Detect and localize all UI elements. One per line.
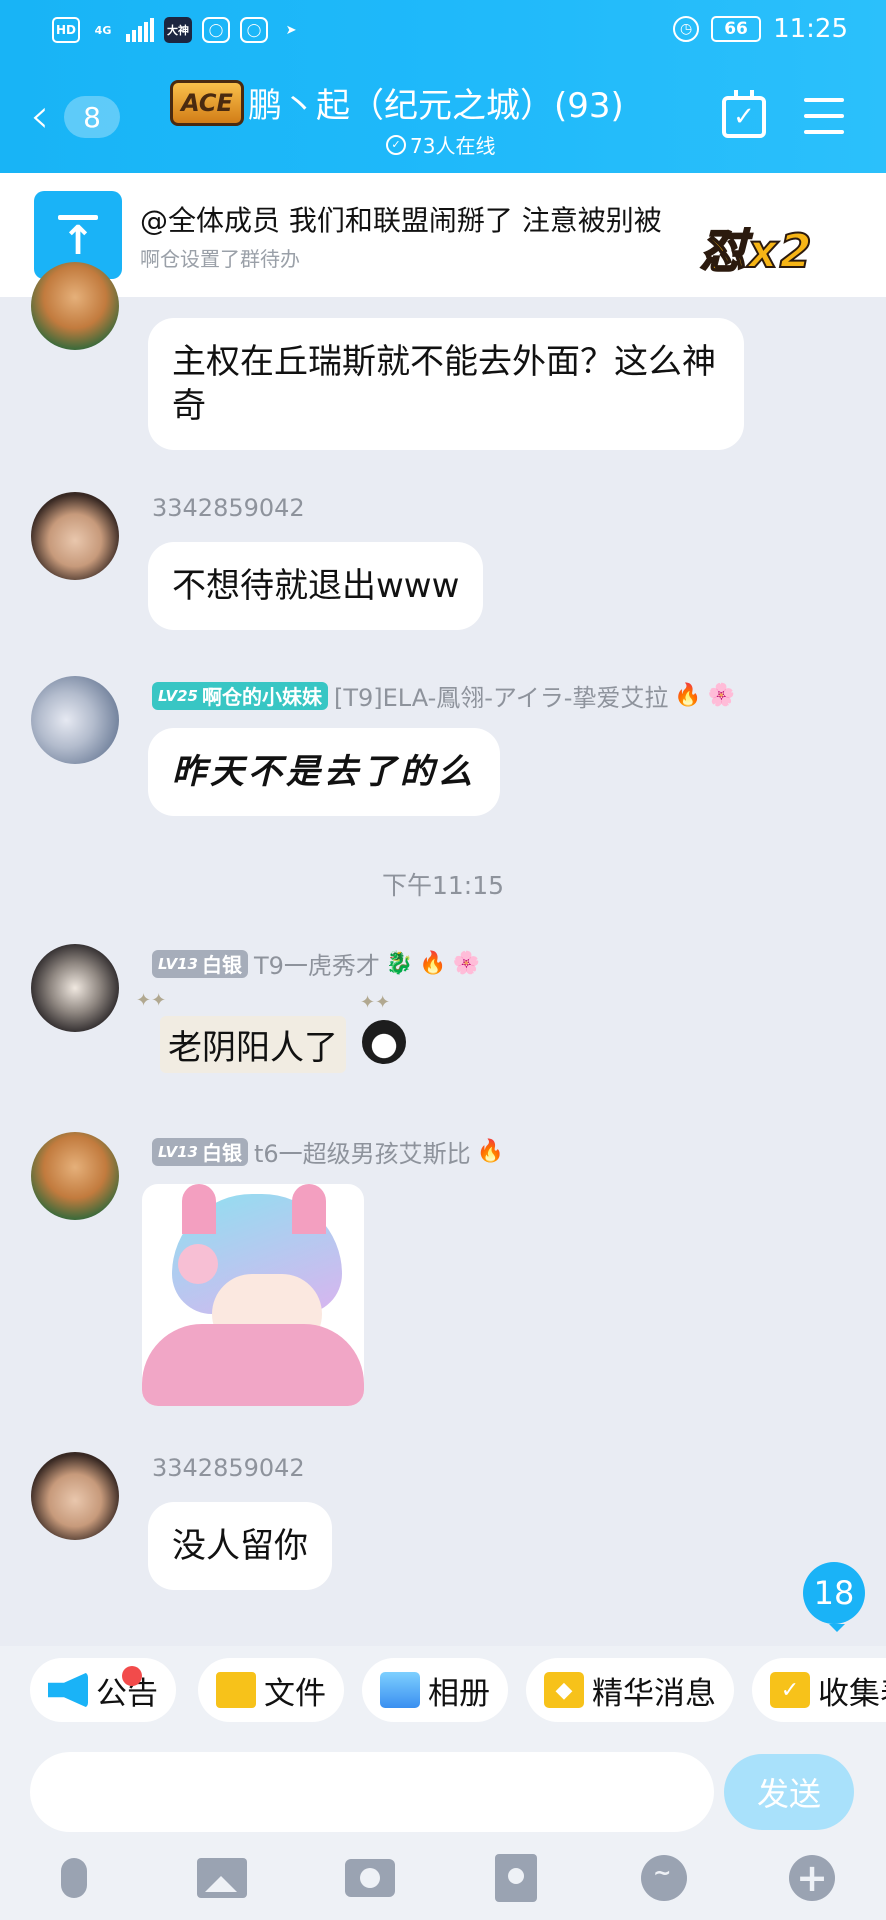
plus-icon[interactable]: + [786,1852,838,1904]
sender-line: LV13 白银 t6一超级男孩艾斯比 🔥 [152,1134,504,1169]
fire-icon: 🔥 [674,683,702,708]
online-count: ✓ 73人在线 [386,130,495,159]
sender-name[interactable]: T9一虎秀才 [254,946,380,981]
battery-icon: 66 [711,16,762,42]
todo-subtext: 啊仓设置了群待办 [140,247,300,271]
camera-icon[interactable] [344,1852,396,1904]
folder-icon [216,1672,256,1708]
message-bubble[interactable]: 没人留你 [148,1502,332,1590]
shortcut-row: 公告 文件 相册 ◆ 精华消息 ✓ 收集表 [0,1646,886,1738]
bulb-icon-2: ◯ [240,17,269,43]
send-plane-icon: ➤ [285,22,297,38]
sender-name[interactable]: t6一超级男孩艾斯比 [254,1134,471,1169]
send-button[interactable]: 发送 [724,1754,854,1830]
level-badge: LV13 白银 [152,949,248,978]
penguin-emoji-icon [362,1020,406,1064]
unread-count-bubble[interactable]: 18 [803,1562,865,1632]
hd-icon: HD [52,17,81,43]
signal-icon [126,18,155,42]
avatar[interactable] [31,262,119,350]
status-bar: HD 4G 大神 ◯ ◯ ➤ ◷ 66 11:25 [0,0,886,62]
bulb-icon: ◯ [202,17,231,43]
back-arrow-icon[interactable]: ‹ [30,92,49,140]
dashen-app-icon: 大神 [164,17,193,43]
dragon-icon: 🐉 [385,951,414,976]
form-doc-icon: ✓ [770,1672,810,1708]
unread-back-badge[interactable]: 8 [64,96,120,138]
group-logo: ACE [170,79,244,126]
sparkle-icon: ✦✦ [136,990,167,1011]
sticker-image[interactable] [142,1184,364,1406]
group-title: 鹏丶起（纪元之城）(93) [248,86,624,126]
sender-name[interactable]: 3342859042 [152,494,305,522]
red-packet-icon[interactable] [490,1852,542,1904]
flower-icon: 🌸 [452,951,481,976]
timestamp: 下午11:15 [381,871,505,900]
photo-icon [380,1672,420,1708]
menu-icon[interactable] [804,98,844,134]
chat-header: HD 4G 大神 ◯ ◯ ➤ ◷ 66 11:25 ‹ 8 ACE 鹏丶起（纪元… [0,0,886,173]
level-badge: LV25 啊仓的小妹妹 [152,681,328,710]
emoji-icon[interactable] [638,1852,690,1904]
avatar[interactable] [31,1452,119,1540]
group-title-area[interactable]: ACE 鹏丶起（纪元之城）(93) [170,78,624,127]
online-text: 73人在线 [410,134,496,158]
avatar[interactable] [31,1132,119,1220]
essence-icon: ◆ [544,1672,584,1708]
megaphone-icon [48,1672,88,1708]
sender-name[interactable]: 3342859042 [152,1454,305,1482]
announcement-chip[interactable]: 公告 [30,1658,176,1722]
image-icon[interactable] [196,1852,248,1904]
avatar[interactable] [31,676,119,764]
input-bar: 发送 + [0,1738,886,1920]
flower-icon: 🌸 [707,683,736,708]
notification-dot [122,1666,142,1686]
form-chip[interactable]: ✓ 收集表 [752,1658,886,1722]
clock: 11:25 [773,14,848,44]
network-4g-icon: 4G [94,23,112,37]
todo-text: @全体成员 我们和联盟闹掰了 注意被别被 [140,204,662,237]
todo-sticker: 怼x2 [699,223,814,279]
alarm-icon: ◷ [673,16,700,42]
message-text[interactable]: 老阴阳人了 [160,1016,346,1073]
avatar[interactable] [31,492,119,580]
calendar-check-icon[interactable]: ✓ [722,90,766,138]
sender-line: LV25 啊仓的小妹妹 [T9]ELA-鳳翎-アイラ-挚爱艾拉 🔥 🌸 [152,678,735,713]
essence-chip[interactable]: ◆ 精华消息 [526,1658,734,1722]
message-bubble[interactable]: 昨天不是去了的么 [148,728,500,816]
mic-icon[interactable] [48,1852,100,1904]
online-check-icon: ✓ [386,134,406,155]
message-bubble[interactable]: 不想待就退出www [148,542,484,630]
files-chip[interactable]: 文件 [198,1658,344,1722]
message-bubble[interactable]: 主权在丘瑞斯就不能去外面？这么神奇 [148,318,744,450]
group-todo-banner[interactable]: ↑ @全体成员 我们和联盟闹掰了 注意被别被 啊仓设置了群待办 怼x2 [0,173,886,297]
sparkle-icon: ✦✦ [360,992,391,1013]
sender-line: LV13 白银 T9一虎秀才 🐉 🔥 🌸 [152,946,480,981]
sender-name[interactable]: [T9]ELA-鳳翎-アイラ-挚爱艾拉 [334,678,668,713]
fire-icon: 🔥 [476,1139,505,1164]
fire-icon: 🔥 [419,951,447,976]
avatar[interactable] [31,944,119,1032]
message-input[interactable] [30,1752,714,1832]
album-chip[interactable]: 相册 [362,1658,508,1722]
level-badge: LV13 白银 [152,1137,248,1166]
